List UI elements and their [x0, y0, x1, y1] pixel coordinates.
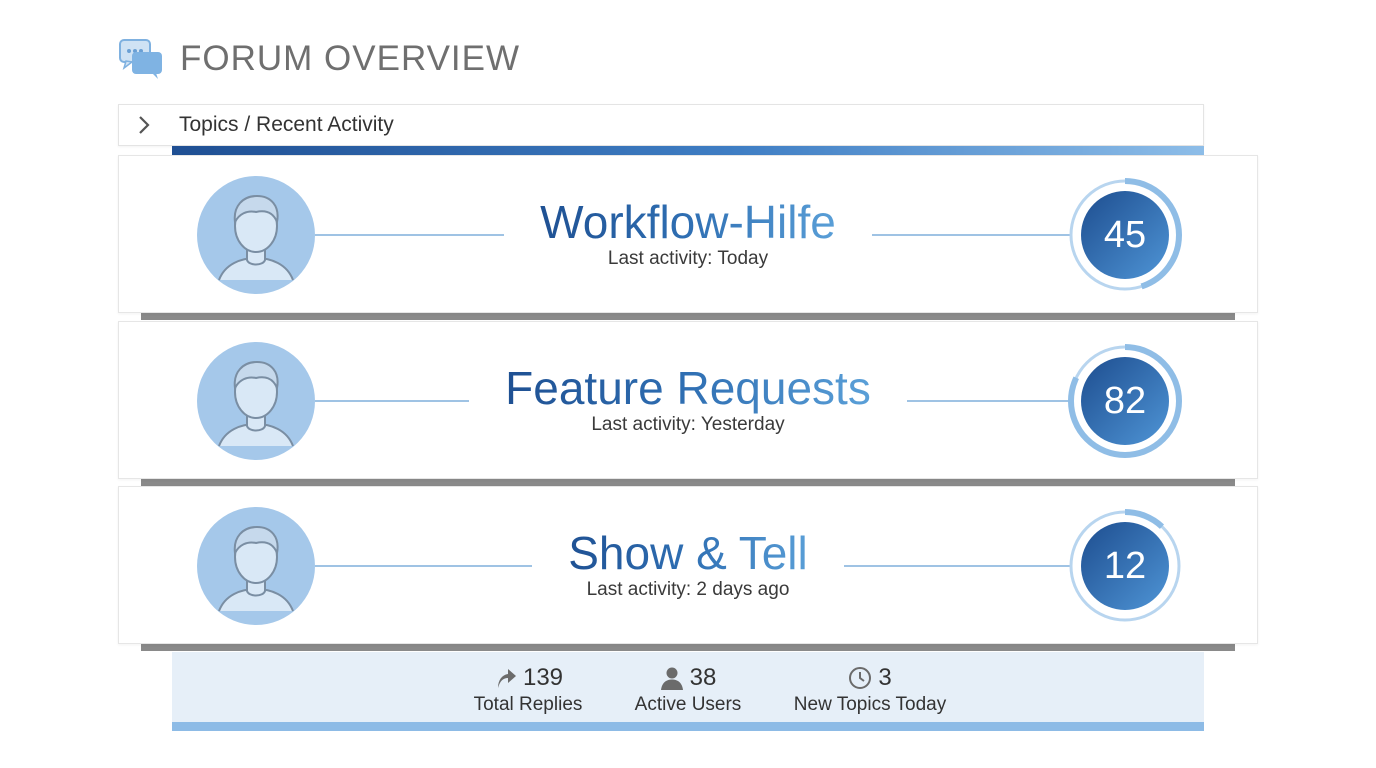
card-shadow: [141, 478, 1235, 486]
reply-count-badge: 45: [1066, 176, 1184, 294]
reply-count: 45: [1103, 213, 1147, 256]
reply-count-badge: 12: [1066, 507, 1184, 625]
topic-card[interactable]: Feature Requests Last activity: Yesterda…: [118, 321, 1258, 479]
user-avatar-icon: [218, 525, 294, 612]
stat-label: New Topics Today: [793, 694, 947, 715]
user-avatar-icon: [218, 360, 294, 447]
reply-count-badge: 82: [1066, 342, 1184, 460]
breadcrumb[interactable]: Topics / Recent Activity: [118, 104, 1204, 146]
card-shadow: [141, 312, 1235, 320]
chat-bubbles-icon: [119, 39, 162, 79]
card-shadow: [141, 643, 1235, 651]
stat-label: Total Replies: [473, 694, 583, 715]
connector-line: [315, 565, 1175, 567]
reply-arrow-icon: [497, 669, 516, 688]
topic-card[interactable]: Workflow-Hilfe Last activity: Today 45: [118, 155, 1258, 313]
topic-title[interactable]: Show & Tell: [550, 525, 826, 581]
stats-panel: 139 Total Replies 38 Active Users 3 New …: [172, 652, 1204, 722]
stat-total-replies: 139 Total Replies: [468, 664, 588, 716]
page-header: FORUM OVERVIEW: [118, 38, 520, 80]
stats-accent-bar: [172, 722, 1204, 731]
user-avatar-icon: [218, 194, 294, 281]
topic-title[interactable]: Feature Requests: [487, 360, 889, 416]
stat-value: 38: [689, 664, 717, 691]
clock-icon: [849, 667, 872, 689]
avatar: [197, 342, 315, 460]
avatar: [197, 507, 315, 625]
stat-label: Active Users: [634, 694, 742, 715]
stat-value: 139: [522, 664, 564, 691]
stat-active-users: 38 Active Users: [628, 664, 748, 716]
connector-line: [315, 234, 1175, 236]
chevron-right-icon[interactable]: [137, 114, 155, 136]
reply-count: 12: [1103, 544, 1147, 587]
reply-count: 82: [1103, 379, 1147, 422]
stat-new-topics: 3 New Topics Today: [786, 664, 954, 716]
breadcrumb-accent-bar: [172, 146, 1204, 155]
page-title: FORUM OVERVIEW: [180, 39, 521, 78]
topic-card[interactable]: Show & Tell Last activity: 2 days ago 12: [118, 486, 1258, 644]
connector-line: [315, 400, 1175, 402]
avatar: [197, 176, 315, 294]
user-icon: [660, 667, 683, 690]
breadcrumb-text: Topics / Recent Activity: [179, 113, 394, 136]
topic-title[interactable]: Workflow-Hilfe: [522, 194, 854, 250]
stat-value: 3: [878, 664, 892, 691]
